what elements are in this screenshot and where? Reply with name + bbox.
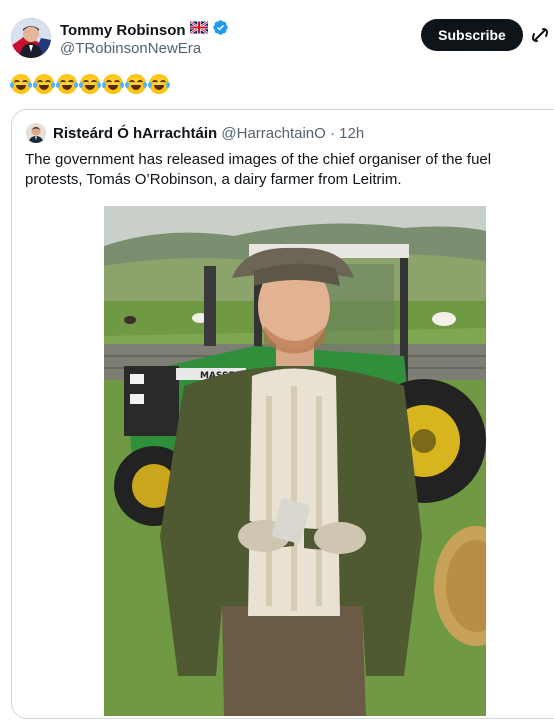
author-handle[interactable]: @TRobinsonNewEra [60,40,201,57]
author-name-row: Tommy Robinson [60,19,229,41]
quoted-author-avatar[interactable] [26,123,46,143]
face-with-tears-of-joy-icon [148,74,170,94]
uk-flag-icon [188,20,209,39]
author-display-name[interactable]: Tommy Robinson [60,22,186,39]
quoted-handle[interactable]: @HarrachtainO [221,125,325,142]
separator-dot: · [330,125,335,142]
quoted-tweet[interactable]: Risteárd Ó hArrachtáin @HarrachtainO · 1… [11,109,554,719]
tweet-card: Tommy Robinson @TRobinsonNewEra Subscrib… [0,0,554,728]
grok-icon[interactable] [530,25,550,45]
quoted-timestamp[interactable]: 12h [339,125,364,142]
face-with-tears-of-joy-icon [125,74,147,94]
face-with-tears-of-joy-icon [102,74,124,94]
quoted-display-name[interactable]: Risteárd Ó hArrachtáin [53,125,217,142]
verified-badge-icon[interactable] [212,19,229,41]
author-avatar[interactable] [11,18,51,58]
quoted-header: Risteárd Ó hArrachtáin @HarrachtainO · 1… [53,125,364,142]
face-with-tears-of-joy-icon [79,74,101,94]
subscribe-button[interactable]: Subscribe [421,19,523,51]
face-with-tears-of-joy-icon [56,74,78,94]
quoted-photo[interactable]: MASSE [104,206,486,716]
quoted-text: The government has released images of th… [25,151,492,188]
tweet-text-emojis [10,74,170,94]
face-with-tears-of-joy-icon [10,74,32,94]
face-with-tears-of-joy-icon [33,74,55,94]
